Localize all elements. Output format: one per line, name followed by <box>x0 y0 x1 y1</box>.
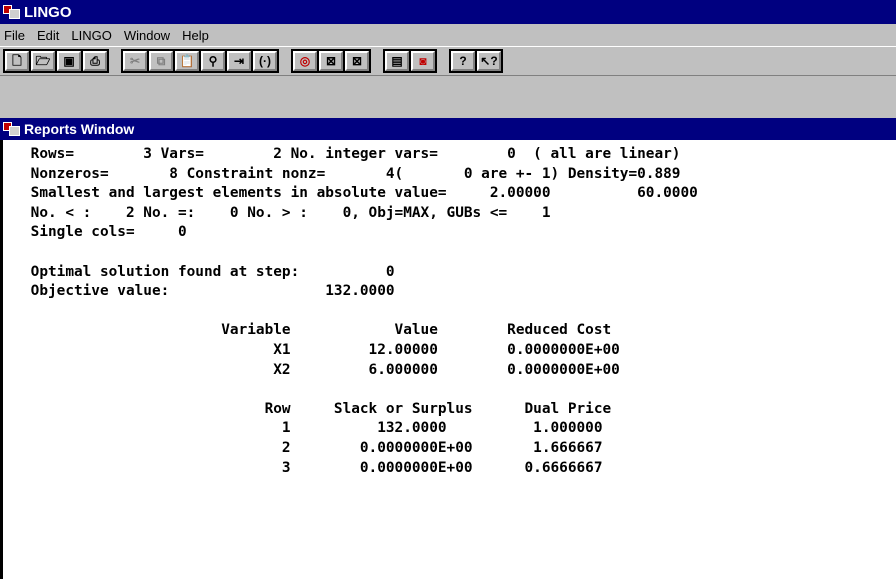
new-file-button[interactable]: 🗋 <box>5 51 29 71</box>
menu-file[interactable]: File <box>0 28 31 43</box>
app-title-bar[interactable]: LINGO <box>0 0 896 24</box>
reports-window-icon[interactable] <box>3 121 21 137</box>
new-file-icon: 🗋 <box>12 54 22 68</box>
match-parenthesis-button[interactable]: (·) <box>253 51 277 71</box>
menu-bar: File Edit LINGO Window Help <box>0 24 896 46</box>
menu-edit[interactable]: Edit <box>31 28 65 43</box>
toolbar-group: ? ↖? <box>449 49 503 73</box>
report-line: Row Slack or Surplus Dual Price <box>22 400 612 417</box>
report-line: Rows= 3 Vars= 2 No. integer vars= 0 ( al… <box>22 146 681 162</box>
context-help-icon: ↖? <box>480 54 498 68</box>
copy-button[interactable]: ⧉ <box>149 51 173 71</box>
solution-report-button[interactable]: ⊠ <box>319 51 343 71</box>
cut-icon: ✂ <box>129 54 141 68</box>
match-parenthesis-icon: (·) <box>259 54 271 68</box>
toolbar-group: ✂ ⧉ 📋 ⚲ ⇥ (·) <box>121 49 279 73</box>
reports-window-title: Reports Window <box>24 121 135 137</box>
report-text-area[interactable]: Rows= 3 Vars= 2 No. integer vars= 0 ( al… <box>0 140 896 579</box>
help-button[interactable]: ? <box>451 51 475 71</box>
cut-button[interactable]: ✂ <box>123 51 147 71</box>
print-button[interactable]: ⎙ <box>83 51 107 71</box>
reports-window-title-bar[interactable]: Reports Window <box>0 118 896 140</box>
find-button[interactable]: ⚲ <box>201 51 225 71</box>
print-icon: ⎙ <box>90 54 100 68</box>
report-line: X1 12.00000 0.0000000E+00 <box>22 341 620 358</box>
goto-line-button[interactable]: ⇥ <box>227 51 251 71</box>
open-folder-button[interactable]: 🗁 <box>31 51 55 71</box>
paste-icon: 📋 <box>179 54 195 68</box>
close-window-button[interactable]: ◙ <box>411 51 435 71</box>
solution-report: Rows= 3 Vars= 2 No. integer vars= 0 ( al… <box>22 145 698 478</box>
paste-button[interactable]: 📋 <box>175 51 199 71</box>
open-folder-icon: 🗁 <box>35 54 51 68</box>
report-line: X2 6.000000 0.0000000E+00 <box>22 361 620 378</box>
copy-icon: ⧉ <box>156 54 166 68</box>
toolbar-group: 🗋 🗁 ▣ ⎙ <box>3 49 109 73</box>
report-line: Smallest and largest elements in absolut… <box>22 185 698 202</box>
report-line: No. < : 2 No. =: 0 No. > : 0, Obj=MAX, G… <box>22 204 551 221</box>
toolbar-group: ▤ ◙ <box>383 49 437 73</box>
find-icon: ⚲ <box>208 54 218 68</box>
report-line: Nonzeros= 8 Constraint nonz= 4( 0 are +-… <box>22 165 681 182</box>
close-all-icon: ⊠ <box>351 54 363 68</box>
close-window-icon: ◙ <box>419 54 427 68</box>
report-line: Variable Value Reduced Cost <box>22 322 612 339</box>
toolbar-group: ◎ ⊠ ⊠ <box>291 49 371 73</box>
report-line: Single cols= 0 <box>22 224 187 241</box>
help-icon: ? <box>459 54 467 68</box>
report-line: 1 132.0000 1.000000 <box>22 420 603 437</box>
solution-report-icon: ⊠ <box>325 54 337 68</box>
toolbar: 🗋 🗁 ▣ ⎙ ✂ ⧉ 📋 ⚲ ⇥ (·) ◎ ⊠ ⊠ ▤ ◙? ↖? <box>0 46 896 76</box>
menu-lingo[interactable]: LINGO <box>65 28 117 43</box>
context-help-button[interactable]: ↖? <box>477 51 501 71</box>
report-line: Objective value: 132.0000 <box>22 283 395 300</box>
menu-window[interactable]: Window <box>118 28 176 43</box>
report-line: 2 0.0000000E+00 1.666667 <box>22 439 603 456</box>
report-line: Optimal solution found at step: 0 <box>22 263 395 280</box>
lingo-app-icon[interactable] <box>3 4 21 20</box>
goto-line-icon: ⇥ <box>233 54 245 68</box>
report-line: 3 0.0000000E+00 0.6666667 <box>22 459 603 476</box>
solve-target-button[interactable]: ◎ <box>293 51 317 71</box>
close-all-button[interactable]: ⊠ <box>345 51 369 71</box>
solve-target-icon: ◎ <box>299 54 311 68</box>
tile-windows-icon: ▤ <box>391 54 403 68</box>
tile-windows-button[interactable]: ▤ <box>385 51 409 71</box>
menu-help[interactable]: Help <box>176 28 215 43</box>
save-button[interactable]: ▣ <box>57 51 81 71</box>
app-title: LINGO <box>24 3 72 21</box>
save-icon: ▣ <box>63 54 75 68</box>
